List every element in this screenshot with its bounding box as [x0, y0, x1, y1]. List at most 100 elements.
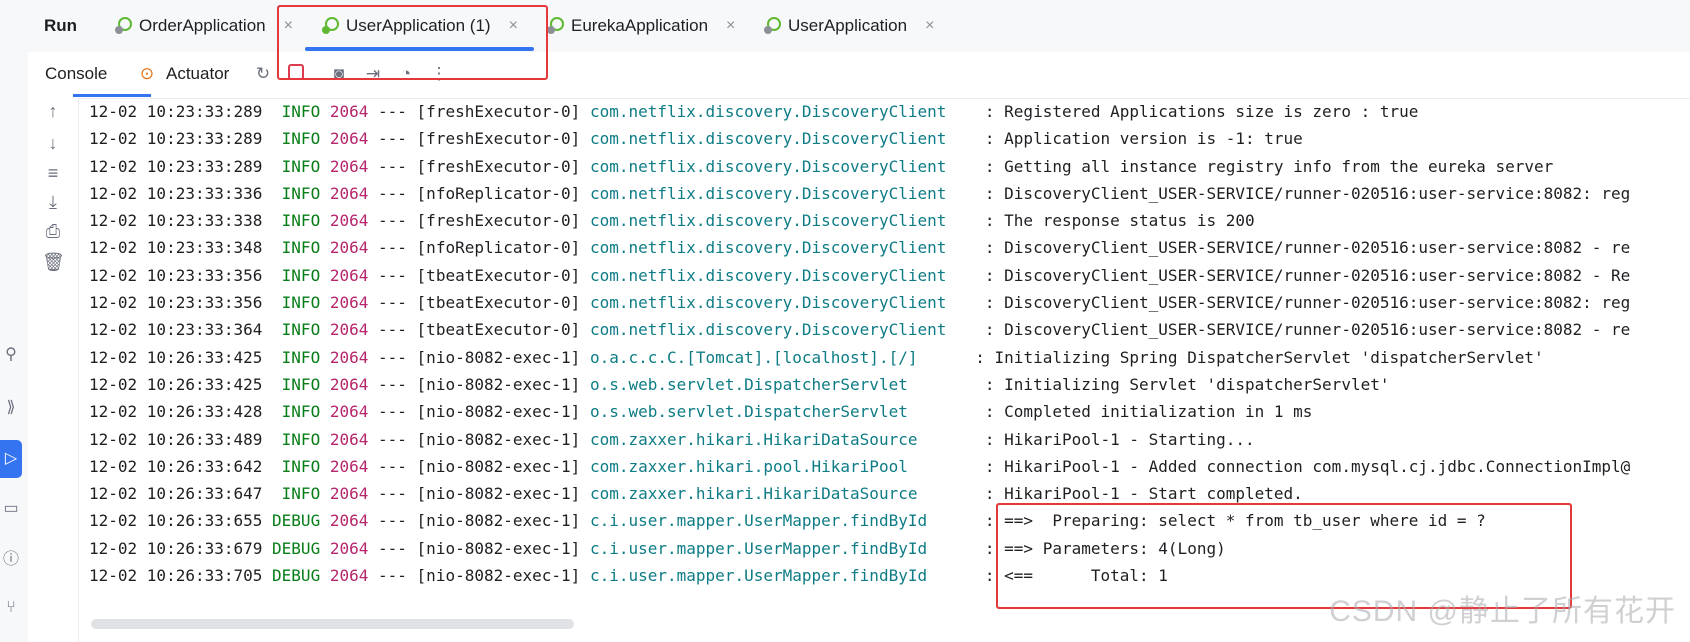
log-logger: o.s.web.servlet.DispatcherServlet: [589, 402, 976, 422]
log-level: INFO: [272, 484, 321, 504]
close-icon[interactable]: ×: [925, 17, 934, 35]
log-pid: 2064: [329, 211, 369, 231]
log-message: : Initializing Servlet 'dispatcherServle…: [975, 374, 1390, 394]
log-timestamp: 12-02 10:26:33:705: [89, 566, 263, 586]
console-gutter: ↑ ↓ ≡ ⤓ ⎙ 🗑: [28, 98, 79, 642]
log-pid: 2064: [329, 429, 369, 449]
trash-icon[interactable]: 🗑: [42, 251, 65, 273]
log-pid: 2064: [329, 374, 369, 394]
log-logger: c.i.user.mapper.UserMapper.findById: [589, 511, 976, 531]
log-thread: --- [nio-8082-exec-1]: [378, 484, 581, 504]
tab-console[interactable]: Console: [45, 64, 107, 84]
log-timestamp: 12-02 10:26:33:647: [89, 484, 263, 504]
horizontal-scrollbar[interactable]: [91, 619, 574, 629]
log-message: : DiscoveryClient_USER-SERVICE/runner-02…: [975, 293, 1631, 313]
log-line: 12-02 10:23:33:289 INFO 2064 --- [freshE…: [89, 125, 1690, 152]
log-timestamp: 12-02 10:26:33:655: [89, 511, 263, 531]
log-thread: --- [freshExecutor-0]: [378, 211, 581, 231]
log-thread: --- [tbeatExecutor-0]: [378, 265, 581, 285]
arrow-down-icon[interactable]: ↓: [42, 132, 64, 154]
log-logger: com.netflix.discovery.DiscoveryClient: [589, 102, 976, 121]
problems-icon[interactable]: ⓘ: [0, 549, 22, 571]
log-logger: com.netflix.discovery.DiscoveryClient: [589, 211, 976, 231]
print-icon[interactable]: ⎙: [42, 220, 64, 242]
log-message: : Registered Applications size is zero :…: [975, 102, 1419, 121]
log-timestamp: 12-02 10:23:33:364: [89, 320, 263, 340]
scroll-to-end-icon[interactable]: ⤓: [42, 191, 64, 213]
log-thread: --- [nfoReplicator-0]: [378, 183, 581, 203]
tool-window-strip: ⚲ ⟫ ▷ ▭ ⓘ ⑂: [0, 0, 29, 642]
spring-boot-app-icon: [547, 17, 564, 34]
log-thread: --- [tbeatExecutor-0]: [378, 320, 581, 340]
log-logger: c.i.user.mapper.UserMapper.findById: [589, 538, 976, 558]
log-line: 12-02 10:23:33:364 INFO 2064 --- [tbeatE…: [89, 316, 1690, 343]
log-line: 12-02 10:26:33:425 INFO 2064 --- [nio-80…: [89, 371, 1690, 398]
log-level: INFO: [272, 183, 321, 203]
arrow-up-icon[interactable]: ↑: [42, 100, 64, 122]
log-message: : Application version is -1: true: [975, 129, 1303, 149]
log-level: INFO: [272, 347, 321, 367]
log-logger: com.netflix.discovery.DiscoveryClient: [589, 156, 976, 176]
log-pid: 2064: [329, 511, 369, 531]
log-level: INFO: [272, 156, 321, 176]
log-pid: 2064: [329, 183, 369, 203]
log-pid: 2064: [329, 265, 369, 285]
log-message: : The response status is 200: [975, 211, 1255, 231]
soft-wrap-icon[interactable]: ≡: [42, 162, 64, 184]
log-line: 12-02 10:23:33:356 INFO 2064 --- [tbeatE…: [89, 289, 1690, 316]
log-message: : HikariPool-1 - Added connection com.my…: [975, 456, 1631, 476]
log-message: : Initializing Spring DispatcherServlet …: [965, 347, 1544, 367]
log-level: INFO: [272, 374, 321, 394]
log-line: 12-02 10:26:33:642 INFO 2064 --- [nio-80…: [89, 453, 1690, 480]
tab-actuator[interactable]: Actuator: [166, 64, 229, 84]
log-thread: --- [nio-8082-exec-1]: [378, 402, 581, 422]
log-level: INFO: [272, 293, 321, 313]
log-thread: --- [freshExecutor-0]: [378, 156, 581, 176]
log-timestamp: 12-02 10:26:33:489: [89, 429, 263, 449]
close-icon[interactable]: ×: [726, 17, 735, 35]
log-timestamp: 12-02 10:23:33:289: [89, 156, 263, 176]
tab-eureka-application[interactable]: EurekaApplication ×: [545, 0, 735, 52]
tab-label: EurekaApplication: [571, 16, 709, 35]
log-pid: 2064: [329, 102, 369, 121]
log-level: INFO: [272, 211, 321, 231]
services-icon[interactable]: ⚲: [0, 344, 22, 366]
log-timestamp: 12-02 10:26:33:425: [89, 374, 263, 394]
log-logger: com.netflix.discovery.DiscoveryClient: [589, 183, 976, 203]
log-logger: com.netflix.discovery.DiscoveryClient: [589, 293, 976, 313]
log-logger: c.i.user.mapper.UserMapper.findById: [589, 566, 976, 586]
log-level: INFO: [272, 402, 321, 422]
log-logger: com.netflix.discovery.DiscoveryClient: [589, 238, 976, 258]
endpoints-icon[interactable]: ⟫: [0, 397, 22, 419]
tab-order-application[interactable]: OrderApplication ×: [113, 0, 293, 52]
rerun-icon[interactable]: ↻: [252, 63, 274, 85]
log-thread: --- [freshExecutor-0]: [378, 129, 581, 149]
run-tool-icon[interactable]: ▷: [0, 440, 22, 478]
log-pid: 2064: [329, 293, 369, 313]
log-line: 12-02 10:23:33:289 INFO 2064 --- [freshE…: [89, 98, 1690, 125]
tab-label: UserApplication: [788, 16, 908, 35]
log-thread: --- [nfoReplicator-0]: [378, 238, 581, 258]
log-logger: com.netflix.discovery.DiscoveryClient: [589, 129, 976, 149]
log-message: : Getting all instance registry info fro…: [975, 156, 1554, 176]
log-thread: --- [nio-8082-exec-1]: [378, 538, 581, 558]
log-logger: com.zaxxer.hikari.pool.HikariPool: [589, 456, 976, 476]
tab-user-application[interactable]: UserApplication ×: [762, 0, 934, 52]
log-level: INFO: [272, 429, 321, 449]
log-logger: com.netflix.discovery.DiscoveryClient: [589, 320, 976, 340]
log-logger: o.a.c.c.C.[Tomcat].[localhost].[/]: [589, 347, 966, 367]
log-line: 12-02 10:23:33:356 INFO 2064 --- [tbeatE…: [89, 262, 1690, 289]
log-timestamp: 12-02 10:23:33:356: [89, 265, 263, 285]
log-level: DEBUG: [272, 538, 321, 558]
log-line: 12-02 10:26:33:425 INFO 2064 --- [nio-80…: [89, 344, 1690, 371]
log-level: INFO: [272, 238, 321, 258]
log-message: : DiscoveryClient_USER-SERVICE/runner-02…: [975, 238, 1631, 258]
terminal-icon[interactable]: ▭: [0, 498, 22, 520]
log-logger: com.netflix.discovery.DiscoveryClient: [589, 265, 976, 285]
log-thread: --- [nio-8082-exec-1]: [378, 566, 581, 586]
log-thread: --- [freshExecutor-0]: [378, 102, 581, 121]
log-message: : Completed initialization in 1 ms: [975, 402, 1313, 422]
log-level: INFO: [272, 102, 321, 121]
git-icon[interactable]: ⑂: [0, 597, 22, 619]
log-pid: 2064: [329, 566, 369, 586]
